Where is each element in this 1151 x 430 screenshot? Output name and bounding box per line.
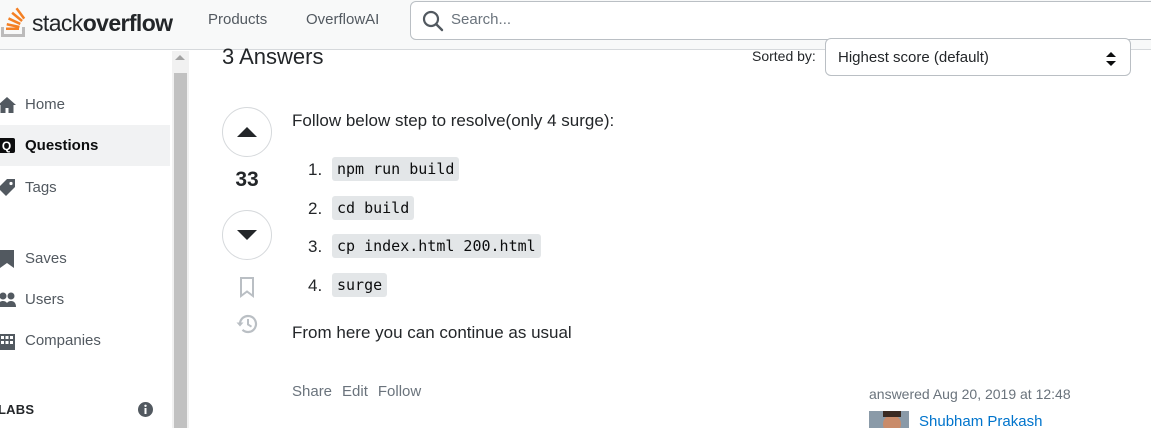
downvote-arrow-icon [237,230,257,240]
select-arrows-icon [1106,52,1116,66]
info-icon[interactable] [138,402,153,417]
share-link[interactable]: Share [292,383,332,400]
answer-outro: From here you can continue as usual [292,323,572,342]
post-actions: Share Edit Follow [292,383,431,400]
sort-selected-value: Highest score (default) [838,49,989,66]
inline-code: npm run build [332,157,460,181]
answers-count-heading: 3 Answers [222,44,324,69]
scroll-up-arrow-icon[interactable] [175,55,185,60]
downvote-button[interactable] [222,210,272,260]
vote-count: 33 [235,168,259,191]
sort-select[interactable]: Highest score (default) [825,38,1131,76]
step-number: 1. [308,160,323,179]
user-name-link[interactable]: Shubham Prakash [919,413,1042,430]
step-number: 4. [308,275,323,295]
labs-heading: LABS [0,402,35,417]
bookmark-icon[interactable] [237,276,257,298]
sidebar-item-saves[interactable]: Saves [0,238,170,279]
sidebar-item-companies[interactable]: Companies [0,320,170,361]
user-avatar-image [869,411,909,428]
inline-code: cp index.html 200.html [332,234,541,258]
upvote-arrow-icon [237,127,257,137]
users-icon [0,292,16,307]
sidebar-item-tags[interactable]: Tags [0,167,170,208]
sidebar-item-label: Companies [25,332,101,349]
nav-products[interactable]: Products [208,11,267,28]
inline-code: surge [332,272,388,297]
questions-icon: Q [0,138,15,153]
tag-icon [0,179,15,196]
sidebar-item-questions[interactable]: Q Questions [0,125,170,166]
bookmark-icon [0,250,14,268]
answer-intro: Follow below step to resolve(only 4 surg… [292,111,615,130]
step-number: 3. [308,237,323,256]
scroll-thumb[interactable] [174,73,187,428]
sidebar-item-users[interactable]: Users [0,279,170,320]
sorted-by-label: Sorted by: [752,48,816,64]
sidebar-item-label: Users [25,291,65,308]
sidebar-item-label: Home [25,96,66,113]
left-sidebar: Home Q Questions Tags Saves Users Compan… [0,51,172,428]
home-icon [0,97,16,113]
history-icon[interactable] [234,312,260,336]
inline-code: cd build [332,195,415,220]
companies-icon [0,334,15,350]
answered-timestamp: answered Aug 20, 2019 at 12:48 [869,386,1071,402]
sidebar-item-label: Tags [25,179,57,196]
follow-link[interactable]: Follow [378,383,421,400]
search-icon [422,10,444,32]
stackoverflow-logo-icon [1,7,26,37]
svg-text:Q: Q [2,139,11,153]
avatar[interactable] [869,411,909,428]
logo-text: stackoverflow [32,9,173,36]
sidebar-item-label: Saves [25,250,67,267]
search-box[interactable] [410,1,1151,40]
edit-link[interactable]: Edit [342,383,368,400]
sidebar-item-label: Questions [25,137,99,154]
sidebar-scrollbar[interactable] [172,51,189,428]
sidebar-item-home[interactable]: Home [0,84,170,125]
stackoverflow-logo[interactable]: stackoverflow [0,4,173,40]
step-number: 2. [308,198,323,218]
upvote-button[interactable] [222,107,272,157]
nav-overflowai[interactable]: OverflowAI [306,11,379,28]
search-input[interactable] [451,11,1051,28]
